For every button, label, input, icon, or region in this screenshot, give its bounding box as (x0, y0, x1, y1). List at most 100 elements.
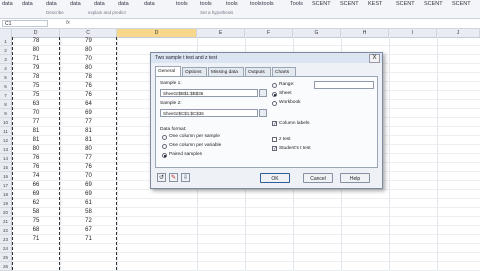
row-header[interactable]: 24 (0, 244, 12, 253)
column-header[interactable]: J (437, 29, 480, 37)
column-header[interactable]: I (389, 29, 437, 37)
ribbon-item[interactable]: SCENT (452, 1, 471, 7)
ok-button[interactable]: OK (260, 173, 290, 183)
range-select-icon[interactable] (259, 109, 267, 117)
ribbon-item[interactable]: data (118, 1, 129, 7)
format-option-label: Paired samples (169, 152, 203, 157)
sample2-label: Sample 2: (160, 101, 182, 106)
sample2-field[interactable]: Sheet1!$C$1:$C$36 (160, 109, 258, 117)
row-header[interactable]: 10 (0, 118, 12, 127)
row-header[interactable]: 8 (0, 100, 12, 109)
ribbon-item[interactable]: Tools (290, 1, 303, 7)
close-icon[interactable]: X (369, 54, 380, 63)
fx-icon[interactable]: fx (66, 20, 70, 26)
ttest-dialog: Two sample t test and z test X General O… (150, 52, 383, 189)
reset-icon[interactable]: ↺ (157, 173, 166, 182)
range-select-icon[interactable] (259, 89, 267, 97)
ribbon-item[interactable]: tools (262, 1, 274, 7)
row-header[interactable]: 20 (0, 208, 12, 217)
format-option-label: One column per sample (169, 134, 220, 139)
sheet-radio[interactable] (272, 92, 277, 97)
column-header[interactable]: G (293, 29, 341, 37)
ribbon-item[interactable]: tools (250, 1, 262, 7)
ribbon-item[interactable]: SCENT (396, 1, 415, 7)
row-header[interactable]: 14 (0, 154, 12, 163)
ribbon-group-label: explain and predict (88, 10, 126, 15)
z-test-label: z test (279, 137, 291, 142)
column-header[interactable]: D (12, 29, 60, 37)
formula-bar: C1 fx (0, 19, 480, 29)
row-header[interactable]: 25 (0, 253, 12, 262)
row-header[interactable]: 23 (0, 235, 12, 244)
row-header[interactable]: 11 (0, 127, 12, 136)
row-header[interactable]: 22 (0, 226, 12, 235)
download-icon[interactable]: ⇩ (181, 173, 190, 182)
sample1-field[interactable]: Sheet1!$B$1:$B$36 (160, 89, 258, 97)
range-radio[interactable] (272, 83, 277, 88)
row-header[interactable]: 13 (0, 145, 12, 154)
workbook-radio[interactable] (272, 101, 277, 106)
ribbon-item[interactable]: SCENT (424, 1, 443, 7)
dialog-title: Two sample t test and z test (151, 53, 382, 63)
ribbon-item[interactable]: KEST (368, 1, 382, 7)
name-box[interactable]: C1 (2, 20, 48, 27)
row-header[interactable]: 7 (0, 91, 12, 100)
format-radio-paired[interactable] (162, 153, 167, 158)
ribbon-toolbar: data data data data data data data tools… (0, 0, 480, 19)
ribbon-item[interactable]: SCENT (340, 1, 359, 7)
tab-general[interactable]: General (155, 66, 181, 76)
sample1-label: Sample 1: (160, 81, 182, 86)
column-labels-checkbox[interactable]: ✓ (272, 121, 277, 127)
ribbon-item[interactable]: data (2, 1, 13, 7)
tab-charts[interactable]: Charts (272, 67, 296, 76)
ribbon-item[interactable]: data (94, 1, 105, 7)
z-test-checkbox[interactable] (272, 137, 277, 142)
tab-missing-data[interactable]: Missing data (208, 67, 244, 76)
row-header[interactable]: 5 (0, 73, 12, 82)
column-header[interactable]: H (341, 29, 389, 37)
range-field[interactable] (314, 81, 374, 89)
format-option-label: One column per variable (169, 143, 222, 148)
ribbon-group-label: Set a hypothesis (200, 10, 234, 15)
ribbon-item[interactable]: SCENT (312, 1, 331, 7)
column-labels-label: Column labels (279, 121, 310, 126)
t-test-checkbox[interactable]: ✓ (272, 146, 277, 152)
row-header[interactable]: 4 (0, 64, 12, 73)
row-header[interactable]: 3 (0, 55, 12, 64)
workbook-label: Workbook (279, 100, 301, 105)
ribbon-item[interactable]: data (22, 1, 33, 7)
column-header[interactable]: D (117, 29, 197, 37)
row-header[interactable]: 16 (0, 172, 12, 181)
format-radio-one-col-variable[interactable] (162, 144, 167, 149)
column-d-selection (12, 37, 60, 270)
column-header[interactable]: E (197, 29, 245, 37)
row-header[interactable]: 2 (0, 46, 12, 55)
ribbon-item[interactable]: data (46, 1, 57, 7)
sheet-label: Sheet (279, 91, 292, 96)
cancel-button[interactable]: Cancel (303, 173, 333, 183)
select-all-corner[interactable] (0, 29, 12, 37)
data-format-label: Data format: (160, 127, 187, 132)
ribbon-item[interactable]: data (70, 1, 81, 7)
ribbon-item[interactable]: tools (200, 1, 212, 7)
format-radio-one-col-sample[interactable] (162, 135, 167, 140)
ribbon-item[interactable]: tools (176, 1, 188, 7)
row-header[interactable]: 1 (0, 37, 12, 46)
tab-options[interactable]: Options (182, 67, 207, 76)
row-header[interactable]: 6 (0, 82, 12, 91)
row-header[interactable]: 18 (0, 190, 12, 199)
range-label: Range: (279, 82, 295, 87)
ribbon-item[interactable]: tools (226, 1, 238, 7)
row-header[interactable]: 12 (0, 136, 12, 145)
help-button[interactable]: Help (340, 173, 370, 183)
edit-icon[interactable]: ✎ (169, 173, 178, 182)
row-header[interactable]: 21 (0, 217, 12, 226)
column-header[interactable]: F (245, 29, 293, 37)
ribbon-item[interactable]: data (144, 1, 155, 7)
row-header[interactable]: 17 (0, 181, 12, 190)
tab-outputs[interactable]: Outputs (245, 67, 271, 76)
column-header[interactable]: C (60, 29, 117, 37)
row-header[interactable]: 19 (0, 199, 12, 208)
row-header[interactable]: 9 (0, 109, 12, 118)
row-header[interactable]: 15 (0, 163, 12, 172)
